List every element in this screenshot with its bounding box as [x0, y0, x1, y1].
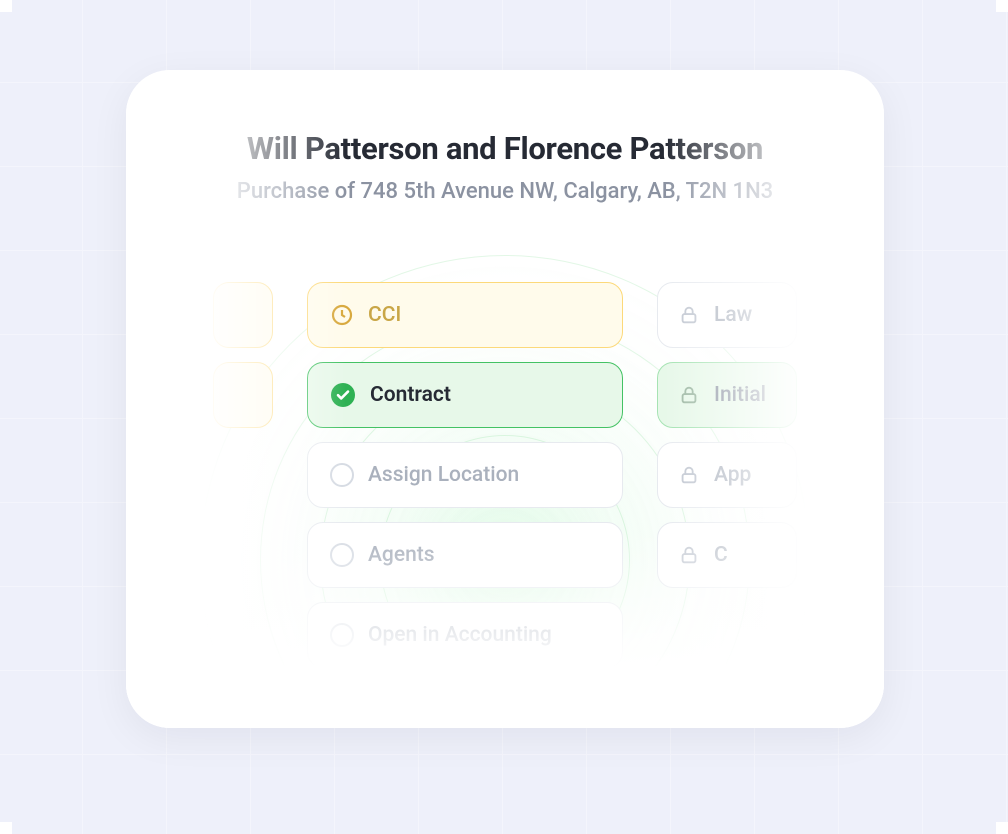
left-column: [213, 282, 273, 668]
card-header: Will Patterson and Florence Patterson Pu…: [126, 70, 884, 224]
circle-icon: [330, 543, 354, 567]
task-label: Open in Accounting: [368, 623, 552, 647]
left-pending-box-1[interactable]: [213, 282, 273, 348]
task-label: Initial: [714, 383, 766, 407]
clock-icon: [330, 303, 354, 327]
task-assign-location[interactable]: Assign Location: [307, 442, 623, 508]
right-column: Law Initial: [657, 282, 797, 668]
task-columns: CCI Contract Assign Location: [126, 282, 884, 668]
lock-icon: [678, 464, 700, 486]
check-icon: [330, 382, 356, 408]
corner-cut: [0, 0, 12, 12]
corner-cut: [996, 0, 1008, 12]
lock-icon: [678, 544, 700, 566]
task-right-4[interactable]: C: [657, 522, 797, 588]
circle-icon: [330, 623, 354, 647]
deal-subtitle: Purchase of 748 5th Avenue NW, Calgary, …: [206, 179, 804, 204]
task-law[interactable]: Law: [657, 282, 797, 348]
task-initial[interactable]: Initial: [657, 362, 797, 428]
circle-icon: [330, 463, 354, 487]
task-label: C: [714, 543, 728, 567]
center-column: CCI Contract Assign Location: [307, 282, 623, 668]
task-label: Agents: [368, 543, 435, 567]
task-open-accounting[interactable]: Open in Accounting: [307, 602, 623, 668]
task-label: Assign Location: [368, 463, 519, 487]
deal-title: Will Patterson and Florence Patterson: [206, 130, 804, 167]
corner-cut: [996, 822, 1008, 834]
task-cci[interactable]: CCI: [307, 282, 623, 348]
lock-icon: [678, 304, 700, 326]
lock-icon: [678, 384, 700, 406]
task-contract[interactable]: Contract: [307, 362, 623, 428]
task-label: Contract: [370, 383, 451, 407]
task-agents[interactable]: Agents: [307, 522, 623, 588]
task-app[interactable]: App: [657, 442, 797, 508]
deal-card: Will Patterson and Florence Patterson Pu…: [126, 70, 884, 728]
task-label: Law: [714, 303, 752, 327]
corner-cut: [0, 822, 12, 834]
left-pending-box-2[interactable]: [213, 362, 273, 428]
task-label: CCI: [368, 303, 401, 327]
task-label: App: [714, 463, 751, 487]
